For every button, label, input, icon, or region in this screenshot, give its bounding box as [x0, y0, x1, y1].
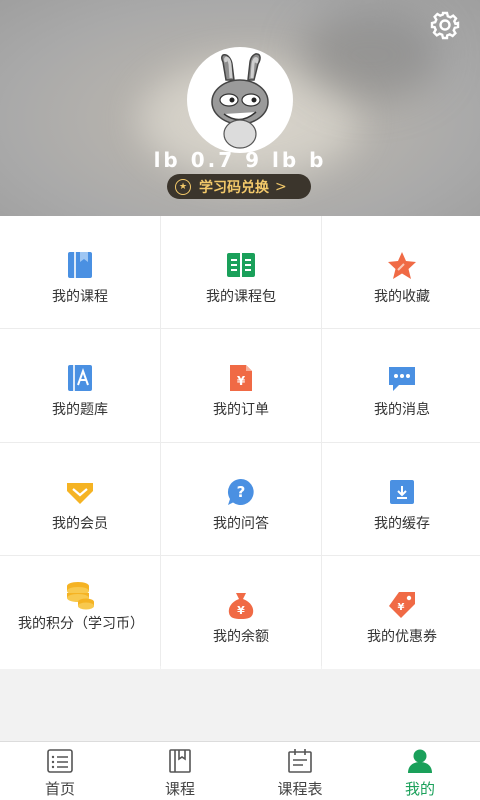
- membership-icon: [67, 483, 93, 504]
- tab-label: 课程: [164, 780, 195, 798]
- course-icon: [68, 252, 92, 278]
- menu-label: 我的余额: [213, 629, 269, 645]
- header-background-blur: [300, 10, 440, 100]
- tab-home[interactable]: 首页: [0, 742, 120, 800]
- message-icon: [389, 367, 415, 391]
- star-badge-icon: ★: [175, 178, 191, 195]
- tab-profile[interactable]: 我的: [360, 742, 480, 800]
- rabbit-avatar-icon: [211, 53, 269, 149]
- redeem-code-button[interactable]: ★ 学习码兑换 >: [167, 174, 311, 199]
- menu-item-my-balance[interactable]: ¥ 我的余额: [161, 556, 321, 669]
- menu-item-my-favorites[interactable]: 我的收藏: [322, 216, 480, 328]
- username: lb 0.7 9 lb b: [153, 148, 327, 172]
- chevron-right-icon: >: [275, 178, 287, 195]
- menu-label: 我的课程: [52, 289, 108, 305]
- coupon-icon: ¥: [389, 592, 415, 618]
- menu-label: 我的消息: [374, 402, 430, 418]
- tab-label: 我的: [404, 780, 435, 798]
- menu-item-my-coupons[interactable]: ¥ 我的优惠券: [322, 556, 480, 669]
- menu-grid: 我的课程 我的课程包 我的收藏 我的题库 ¥ 我的订单 我的消息 我的会员 ? …: [0, 216, 480, 669]
- menu-item-my-course-package[interactable]: 我的课程包: [161, 216, 321, 328]
- menu-item-my-orders[interactable]: ¥ 我的订单: [161, 329, 321, 442]
- svg-text:¥: ¥: [237, 604, 245, 617]
- tab-label: 课程表: [277, 780, 323, 798]
- course-book-icon: [169, 749, 191, 773]
- svg-text:¥: ¥: [237, 374, 246, 388]
- points-coins-icon: [67, 582, 94, 610]
- order-icon: ¥: [230, 365, 252, 391]
- qa-icon: ?: [227, 478, 254, 505]
- redeem-label: 学习码兑换: [199, 179, 269, 196]
- profile-icon: [408, 749, 432, 773]
- menu-label: 我的优惠券: [367, 629, 437, 645]
- menu-item-my-courses[interactable]: 我的课程: [0, 216, 160, 328]
- profile-header: lb 0.7 9 lb b ★ 学习码兑换 >: [0, 0, 480, 216]
- svg-text:¥: ¥: [398, 602, 405, 613]
- settings-gear-icon[interactable]: [430, 10, 460, 40]
- avatar[interactable]: [187, 47, 293, 153]
- menu-label: 我的积分（学习币）: [18, 616, 144, 632]
- balance-bag-icon: ¥: [228, 593, 254, 619]
- menu-item-my-membership[interactable]: 我的会员: [0, 443, 160, 555]
- tab-label: 首页: [44, 780, 75, 798]
- menu-label: 我的缓存: [374, 516, 430, 532]
- tab-courses[interactable]: 课程: [120, 742, 240, 800]
- menu-label: 我的会员: [52, 516, 108, 532]
- menu-item-my-question-bank[interactable]: 我的题库: [0, 329, 160, 442]
- menu-item-my-messages[interactable]: 我的消息: [322, 329, 480, 442]
- schedule-icon: [288, 749, 312, 773]
- course-package-icon: [227, 253, 255, 277]
- bottom-tab-bar: 首页 课程 课程表 我的: [0, 741, 480, 800]
- menu-label: 我的课程包: [206, 289, 276, 305]
- menu-item-my-points[interactable]: 我的积分（学习币）: [0, 556, 160, 669]
- menu-label: 我的问答: [213, 516, 269, 532]
- download-cache-icon: [390, 480, 414, 504]
- menu-item-my-cache[interactable]: 我的缓存: [322, 443, 480, 555]
- question-bank-icon: [68, 365, 92, 391]
- menu-item-my-qa[interactable]: ? 我的问答: [161, 443, 321, 555]
- tab-schedule[interactable]: 课程表: [240, 742, 360, 800]
- menu-label: 我的题库: [52, 402, 108, 418]
- svg-text:?: ?: [237, 483, 246, 501]
- favorite-star-icon: [388, 252, 416, 279]
- menu-label: 我的订单: [213, 402, 269, 418]
- home-list-icon: [47, 749, 73, 773]
- menu-label: 我的收藏: [374, 289, 430, 305]
